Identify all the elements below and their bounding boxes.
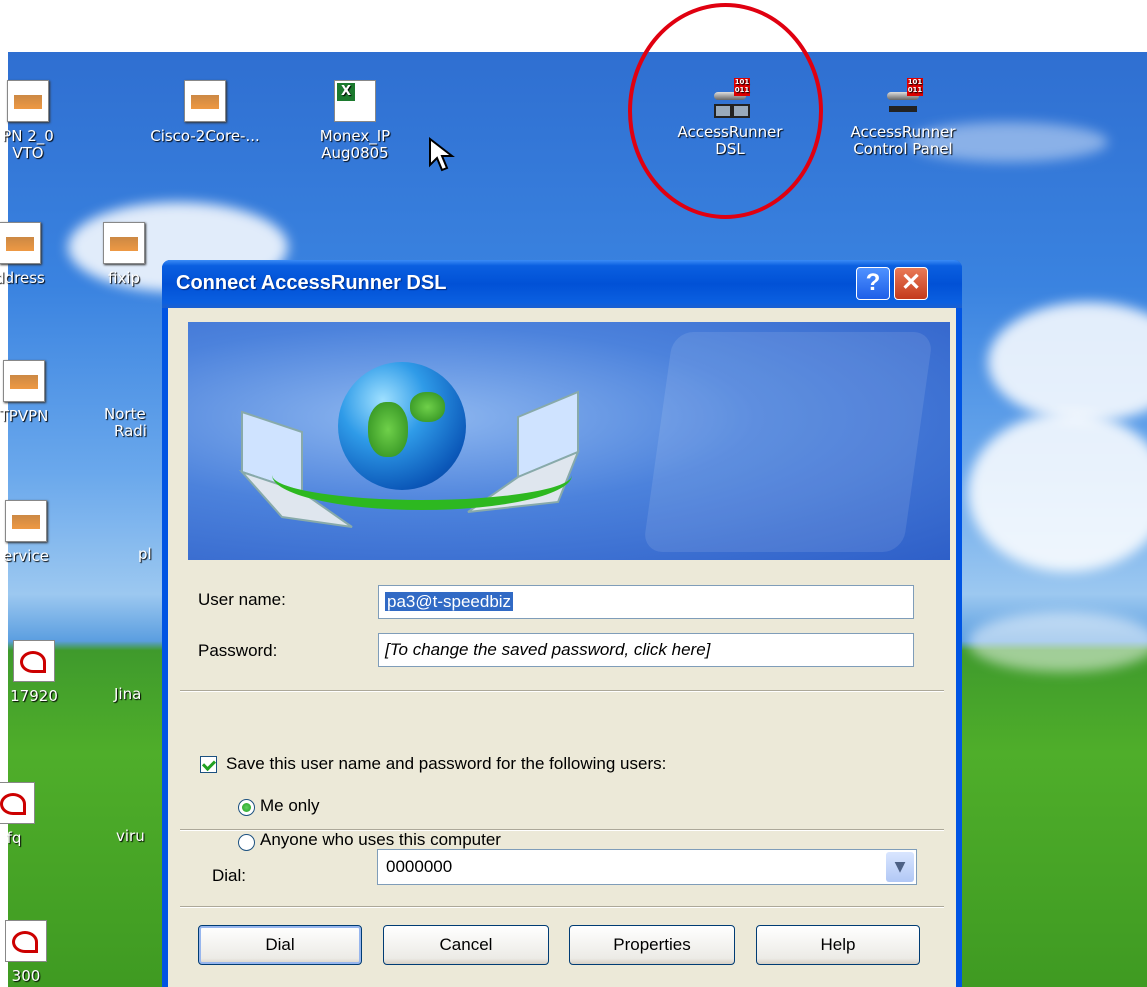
chevron-down-icon[interactable]: ▼	[886, 852, 914, 882]
desktop-icon-17920[interactable]: 17920	[0, 640, 84, 705]
dial-label: Dial:	[212, 866, 247, 885]
desktop-icon-label: TPVPN	[0, 407, 49, 425]
desktop-icon-service[interactable]: ervice	[0, 500, 76, 565]
app-icon	[118, 640, 158, 680]
dial-select[interactable]: 0000000 ▼	[377, 849, 917, 885]
cancel-button[interactable]: Cancel	[383, 925, 549, 965]
desktop-icon-tpvpn[interactable]: TPVPN	[0, 360, 74, 425]
password-input[interactable]: [To change the saved password, click her…	[378, 633, 914, 667]
desktop-icon-300[interactable]: 300	[0, 920, 76, 985]
desktop-icon-address[interactable]: ddress	[0, 222, 70, 287]
control-panel-icon: 101 011	[883, 78, 923, 118]
user-name-label: User name:	[198, 590, 286, 609]
desktop-icon-label: Cisco-2Core-...	[150, 127, 260, 145]
desktop-icon-label: VTO	[12, 144, 44, 162]
cloud	[988, 302, 1147, 422]
dialog-title: Connect AccessRunner DSL	[176, 272, 447, 294]
desktop-icon-monex[interactable]: Monex_IP Aug0805	[305, 80, 405, 162]
desktop-icon-label: Norte	[104, 405, 146, 423]
desktop-icon-label: fixip	[107, 269, 140, 287]
document-icon	[5, 500, 47, 542]
document-icon	[103, 222, 145, 264]
excel-icon	[334, 80, 376, 122]
user-name-value: pa3@t-speedbiz	[385, 592, 514, 611]
radio-me-only-label[interactable]: Me only	[260, 796, 320, 816]
document-icon	[184, 80, 226, 122]
desktop-icon-label: fq	[6, 829, 22, 847]
document-icon	[3, 360, 45, 402]
close-button[interactable]: ✕	[894, 267, 928, 300]
desktop-icon-pl[interactable]: pl	[138, 500, 162, 563]
desktop-icon-label: Control Panel	[853, 140, 953, 158]
desktop-icon-label: 17920	[10, 687, 58, 705]
desktop-icon-label: Monex_IP	[319, 127, 391, 145]
radio-anyone-label[interactable]: Anyone who uses this computer	[260, 830, 501, 850]
separator	[180, 906, 944, 908]
radio-me-only[interactable]	[238, 799, 255, 816]
desktop-icon-fq[interactable]: fq	[0, 782, 64, 847]
desktop-icon-label: pl	[138, 545, 152, 563]
desktop-icon-jina[interactable]: Jina	[114, 640, 162, 703]
password-label: Password:	[198, 641, 278, 660]
desktop-icon-fixip[interactable]: fixip	[84, 222, 164, 287]
desktop-icon-cisco[interactable]: Cisco-2Core-...	[135, 80, 275, 145]
dialog-body: User name: pa3@t-speedbiz Password: [To …	[168, 308, 956, 987]
document-icon	[119, 782, 159, 822]
desktop-icon-vpn[interactable]: PN 2_0 VTO	[0, 80, 78, 162]
folder-icon	[113, 360, 153, 400]
desktop-icon-label: Aug0805	[321, 144, 389, 162]
dial-value: 0000000	[386, 857, 453, 876]
help-title-button[interactable]: ?	[856, 267, 890, 300]
desktop-icon-label: Radi	[114, 422, 147, 440]
separator	[180, 829, 944, 831]
desktop-icon-viru[interactable]: viru	[116, 782, 162, 845]
connection-banner-image	[188, 322, 950, 560]
dial-button[interactable]: Dial	[198, 925, 362, 965]
desktop-icon-label: PN 2_0	[2, 127, 54, 145]
separator	[180, 690, 944, 692]
cloud	[968, 612, 1147, 672]
mouse-cursor-icon	[429, 137, 455, 172]
cloud	[968, 412, 1147, 572]
dialog-titlebar[interactable]: Connect AccessRunner DSL ? ✕	[162, 260, 962, 308]
pdf-icon	[0, 782, 35, 824]
save-credentials-label[interactable]: Save this user name and password for the…	[226, 754, 666, 774]
desktop-icon-nortel[interactable]: Norte Radi	[104, 360, 162, 440]
desktop-icon-label: ddress	[0, 269, 45, 287]
desktop-icon-accessrunner-control-panel[interactable]: 101 011 AccessRunner Control Panel	[838, 78, 968, 158]
pdf-icon	[5, 920, 47, 962]
desktop-icon-label: AccessRunner	[850, 123, 956, 141]
desktop-icon-label: Jina	[114, 685, 142, 703]
desktop-icon-label: ervice	[3, 547, 49, 565]
document-icon	[0, 222, 41, 264]
help-button[interactable]: Help	[756, 925, 920, 965]
desktop-icon-label: 300	[11, 967, 41, 985]
radio-anyone[interactable]	[238, 834, 255, 851]
highlight-circle	[628, 3, 823, 219]
connect-dialog: Connect AccessRunner DSL ? ✕ User name: …	[162, 260, 962, 987]
vpn-icon	[7, 80, 49, 122]
user-name-input[interactable]: pa3@t-speedbiz	[378, 585, 914, 619]
desktop-icon-label: viru	[116, 827, 145, 845]
properties-button[interactable]: Properties	[569, 925, 735, 965]
pdf-icon	[13, 640, 55, 682]
save-credentials-checkbox[interactable]	[200, 756, 217, 773]
